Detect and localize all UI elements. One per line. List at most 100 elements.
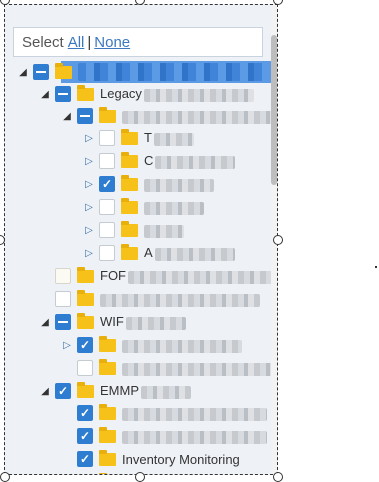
folder-icon <box>121 243 138 260</box>
tree-node[interactable] <box>39 288 260 310</box>
tree-checkbox[interactable] <box>77 474 93 475</box>
redacted-text <box>141 385 191 399</box>
tree-checkbox[interactable] <box>99 153 115 169</box>
tree-node-label <box>122 405 267 421</box>
tree-node[interactable]: ✓ Inventory Monitoring <box>61 448 240 470</box>
expand-arrow-icon[interactable] <box>83 224 95 236</box>
redacted-text <box>144 224 184 238</box>
tree-checkbox[interactable] <box>55 268 71 284</box>
expand-arrow-icon[interactable] <box>83 247 95 259</box>
redacted-text <box>154 247 235 261</box>
tree-node[interactable]: T <box>83 127 194 149</box>
select-all-link[interactable]: All <box>68 34 85 51</box>
select-none-link[interactable]: None <box>94 34 130 51</box>
tree-checkbox[interactable] <box>99 130 115 146</box>
tree-node[interactable]: FOF <box>39 265 277 287</box>
tree-node-label <box>100 291 260 307</box>
tree-node-label: WIF <box>100 314 186 330</box>
tree-checkbox[interactable] <box>55 314 71 330</box>
tree-checkbox[interactable] <box>55 86 71 102</box>
folder-icon <box>99 426 116 443</box>
tree-checkbox[interactable] <box>77 360 93 376</box>
tree-node[interactable]: Legacy <box>39 83 254 105</box>
tree-checkbox[interactable]: ✓ <box>77 405 93 421</box>
tree-node[interactable] <box>17 61 268 83</box>
arrow-placeholder <box>39 293 51 305</box>
tree-checkbox[interactable]: ✓ <box>77 337 93 353</box>
folder-icon <box>99 358 116 375</box>
redacted-text <box>78 63 268 81</box>
scrollbar-thumb[interactable] <box>271 35 277 185</box>
tree-checkbox[interactable] <box>77 108 93 124</box>
collapse-arrow-icon[interactable] <box>39 88 51 100</box>
tree-node[interactable] <box>83 196 204 218</box>
expand-arrow-icon[interactable] <box>83 178 95 190</box>
tree-checkbox[interactable]: ✓ <box>99 176 115 192</box>
arrow-placeholder <box>39 270 51 282</box>
expand-arrow-icon[interactable] <box>83 155 95 167</box>
folder-icon <box>77 381 94 398</box>
expand-arrow-icon[interactable] <box>83 132 95 144</box>
tree-node[interactable]: ✓ EMMP <box>39 380 191 402</box>
folder-icon <box>121 197 138 214</box>
tree-checkbox[interactable] <box>99 222 115 238</box>
tree-checkbox[interactable]: ✓ <box>77 451 93 467</box>
redacted-text <box>143 88 254 102</box>
folder-icon <box>99 335 116 352</box>
redacted-text <box>122 430 267 444</box>
collapse-arrow-icon[interactable] <box>39 385 51 397</box>
redacted-text <box>144 201 204 215</box>
tree-checkbox[interactable]: ✓ <box>77 428 93 444</box>
tree-checkbox[interactable] <box>55 291 71 307</box>
tree-checkbox[interactable]: ✓ <box>55 383 71 399</box>
tree-node[interactable]: ✓ <box>83 173 214 195</box>
tree-checkbox[interactable] <box>99 245 115 261</box>
resize-handle-bottom-left[interactable] <box>0 472 10 482</box>
tree-panel: Select All | None Legacy TC ✓ A FOF WIF ✓ ✓ EMMP… <box>4 4 278 475</box>
tree-checkbox[interactable] <box>33 64 49 80</box>
folder-icon <box>99 403 116 420</box>
resize-handle-bottom-right[interactable] <box>273 472 283 482</box>
tree-node-label <box>144 222 184 238</box>
folder-icon <box>99 449 116 466</box>
expand-arrow-icon[interactable] <box>83 201 95 213</box>
tree-node-label: A <box>144 245 235 261</box>
tree-node[interactable]: ✓ <box>61 334 242 356</box>
tree-node-label <box>122 108 272 124</box>
folder-icon <box>77 312 94 329</box>
tree-checkbox[interactable] <box>99 199 115 215</box>
folder-icon <box>99 106 116 123</box>
tree-node[interactable] <box>83 219 184 241</box>
redacted-text <box>155 155 236 169</box>
folder-icon <box>55 62 72 79</box>
select-bar: Select All | None <box>13 27 263 57</box>
select-separator: | <box>87 33 92 51</box>
resize-handle-top-right[interactable] <box>273 0 283 5</box>
tree-node[interactable]: C <box>83 150 236 172</box>
tree-node-label <box>78 63 268 81</box>
redacted-text <box>128 270 277 284</box>
resize-handle-bottom[interactable] <box>135 472 145 482</box>
collapse-arrow-icon[interactable] <box>39 316 51 328</box>
tree-node-label <box>122 360 272 376</box>
tree-node[interactable]: A <box>83 242 235 264</box>
folder-icon <box>121 151 138 168</box>
tree-node[interactable] <box>61 105 272 127</box>
collapse-arrow-icon[interactable] <box>17 66 29 78</box>
tree-node[interactable]: WIF <box>39 311 186 333</box>
tree-node-label <box>122 337 242 353</box>
tree-node-label <box>144 176 214 192</box>
collapse-arrow-icon[interactable] <box>61 110 73 122</box>
tree-node[interactable]: ✓ <box>61 425 267 447</box>
folder-icon <box>77 84 94 101</box>
redacted-text <box>144 178 214 192</box>
redacted-text <box>100 293 260 307</box>
stray-dot <box>375 266 377 268</box>
arrow-placeholder <box>61 407 73 419</box>
select-label: Select <box>22 33 64 51</box>
tree-node[interactable] <box>61 471 242 475</box>
expand-arrow-icon[interactable] <box>61 339 73 351</box>
tree-node[interactable]: ✓ <box>61 402 267 424</box>
tree-node[interactable] <box>61 357 272 379</box>
resize-handle-right[interactable] <box>273 235 283 245</box>
